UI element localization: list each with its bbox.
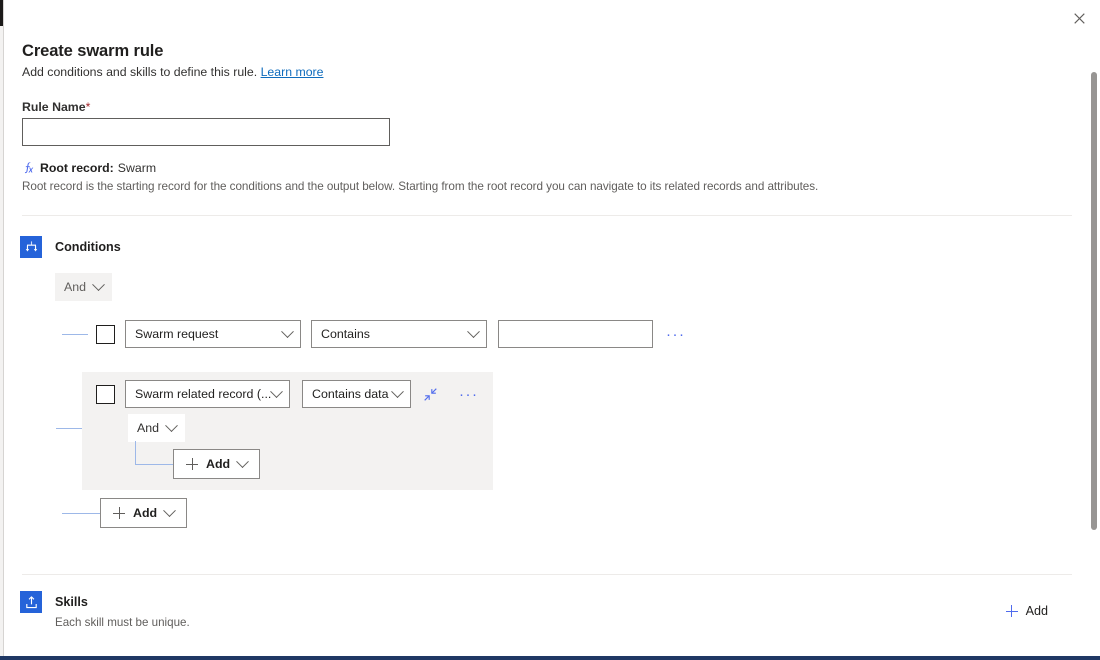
panel-scrollbar-track[interactable] [1088,30,1100,650]
plus-icon [186,458,198,470]
skills-section-title: Skills [55,595,88,609]
panel-scrollbar-thumb[interactable] [1091,72,1097,530]
panel-header: Create swarm rule Add conditions and ski… [22,42,323,79]
nested-condition-row: Swarm related record (... Contains data … [96,380,483,408]
add-condition-button-label: Add [133,506,157,520]
rule-name-label: Rule Name* [22,100,90,114]
condition-row-overflow-menu[interactable]: ··· [662,327,690,342]
section-divider-conditions [22,215,1072,216]
conditions-branch-icon [20,236,42,258]
conditions-root-operator-label: And [64,280,86,294]
conditions-root-operator-dropdown[interactable]: And [55,273,112,301]
learn-more-link[interactable]: Learn more [261,65,324,79]
root-record-value: Swarm [118,161,156,175]
chevron-down-icon [165,419,178,432]
nested-condition-overflow-menu[interactable]: ··· [455,387,483,402]
nested-condition-operator-dropdown[interactable]: Contains data [302,380,411,408]
condition-row: Swarm request Contains ··· [62,320,690,348]
page-title: Create swarm rule [22,42,323,61]
plus-icon [113,507,125,519]
chevron-down-icon [391,385,404,398]
add-skill-button-label: Add [1026,604,1048,618]
chevron-down-icon [467,325,480,338]
chevron-down-icon [270,385,283,398]
panel-subtitle-text: Add conditions and skills to define this… [22,65,257,79]
panel-subtitle: Add conditions and skills to define this… [22,65,323,79]
create-swarm-rule-panel: Create swarm rule Add conditions and ski… [0,0,1100,660]
nested-condition-row-checkbox[interactable] [96,385,115,404]
rule-name-label-text: Rule Name [22,100,86,114]
nested-add-connector-elbow [135,441,173,465]
condition-row-checkbox[interactable] [96,325,115,344]
add-skill-button[interactable]: Add [1006,604,1048,618]
nested-condition-operator-value: Contains data [312,387,388,401]
chevron-down-icon [281,325,294,338]
condition-operator-value: Contains [321,327,370,341]
nested-add-button-label: Add [206,457,230,471]
conditions-section-title: Conditions [55,240,121,254]
nested-condition-attribute-value: Swarm related record (... [135,387,271,401]
nested-group-operator-dropdown[interactable]: And [128,414,185,442]
root-record-row: Root record: Swarm [22,161,156,175]
skills-upload-icon [20,591,42,613]
condition-connector-line [62,334,88,335]
condition-operator-dropdown[interactable]: Contains [311,320,487,348]
chevron-down-icon [92,278,105,291]
background-page-bottom-strip [0,656,1100,660]
required-marker: * [86,100,91,114]
nested-group-connector-line [56,428,82,429]
chevron-down-icon [163,504,176,517]
section-divider-skills [22,574,1072,575]
add-condition-button[interactable]: Add [100,498,187,528]
nested-add-condition-button[interactable]: Add [173,449,260,479]
skills-section-subtitle: Each skill must be unique. [55,616,190,629]
function-icon [22,161,36,175]
rule-name-input[interactable] [22,118,390,146]
condition-attribute-value: Swarm request [135,327,218,341]
root-record-description: Root record is the starting record for t… [22,180,818,193]
root-add-connector-line [62,513,100,514]
panel-content: Create swarm rule Add conditions and ski… [0,0,1076,660]
chevron-down-icon [236,455,249,468]
condition-value-input[interactable] [498,320,653,348]
plus-icon [1006,605,1018,617]
nested-group-operator-label: And [137,421,159,435]
condition-attribute-dropdown[interactable]: Swarm request [125,320,301,348]
nested-condition-attribute-dropdown[interactable]: Swarm related record (... [125,380,290,408]
collapse-arrows-icon[interactable] [419,384,441,404]
root-record-label: Root record: [40,161,114,175]
